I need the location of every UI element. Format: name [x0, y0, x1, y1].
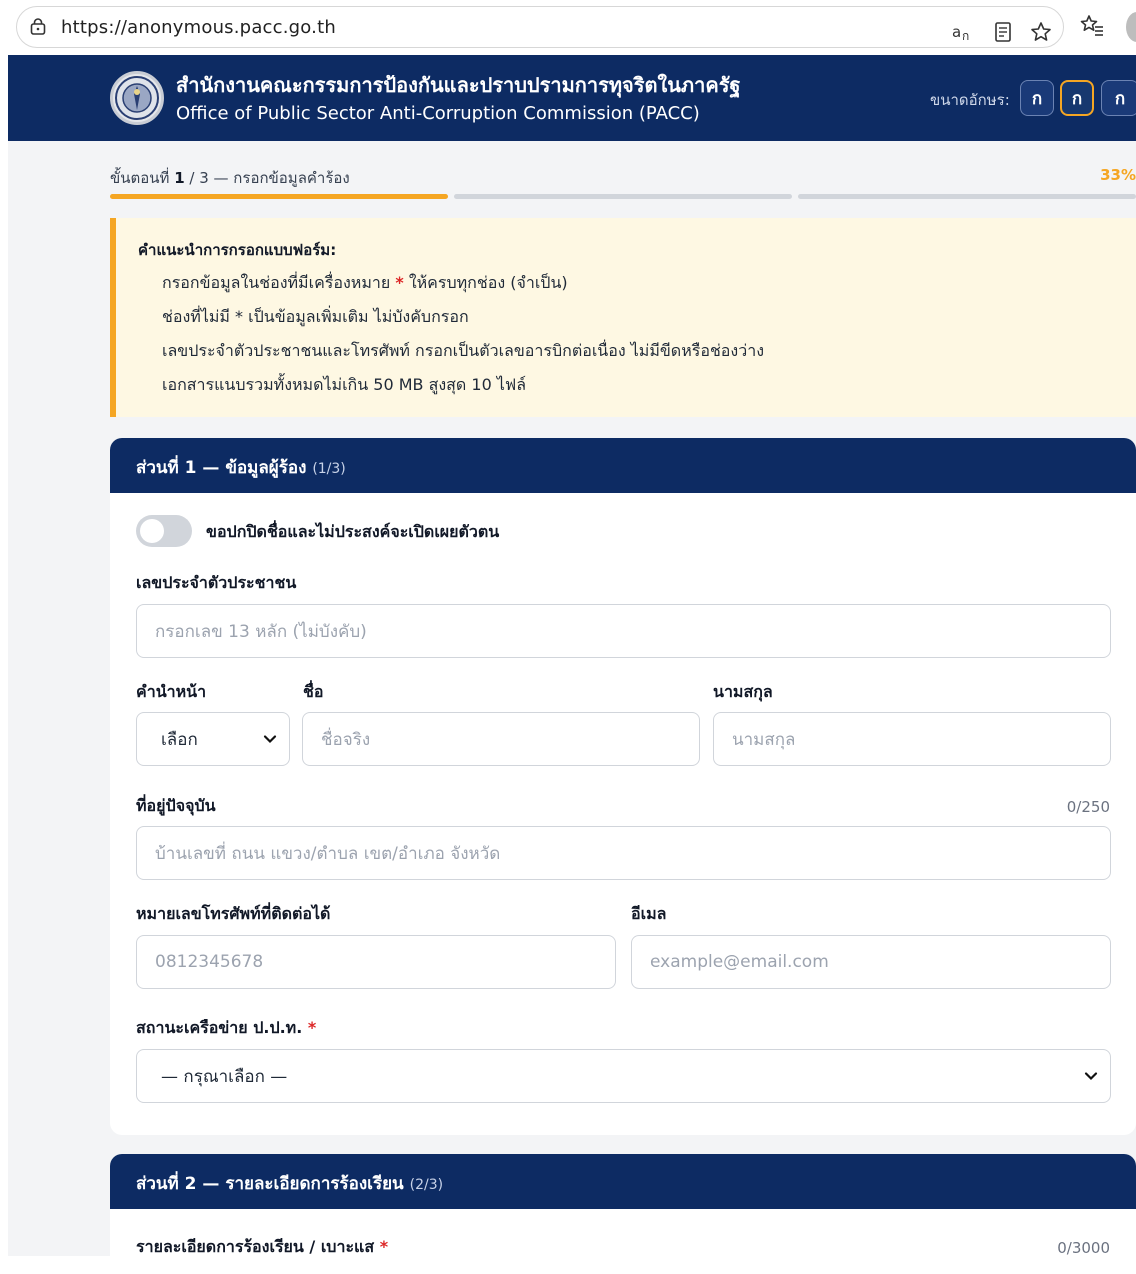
seal-logo	[110, 71, 164, 125]
id-number-input[interactable]: กรอกเลข 13 หลัก (ไม่บังคับ)	[136, 604, 1111, 658]
org-title-th: สำนักงานคณะกรรมการป้องกันและปราบปรามการท…	[176, 73, 741, 97]
step-percent: 33%	[1100, 166, 1136, 184]
lastname-placeholder: นามสกุล	[732, 729, 796, 750]
svg-text:a: a	[952, 23, 961, 41]
toggle-knob	[140, 519, 164, 543]
email-input[interactable]: example@email.com	[631, 935, 1111, 989]
page-content: สำนักงานคณะกรรมการป้องกันและปราบปรามการท…	[8, 55, 1136, 1274]
font-size-small-button[interactable]: ก	[1020, 80, 1054, 116]
section-2-title-text: ส่วนที่ 2 — รายละเอียดการร้องเรียน	[136, 1174, 404, 1194]
id-number-placeholder: กรอกเลข 13 หลัก (ไม่บังคับ)	[155, 621, 367, 642]
anonymous-toggle[interactable]	[136, 515, 192, 547]
chevron-down-icon	[1084, 1072, 1098, 1081]
prefix-select[interactable]: เลือก	[136, 712, 290, 766]
instruction-line-2: ช่องที่ไม่มี * เป็นข้อมูลเพิ่มเติม ไม่บั…	[162, 307, 469, 326]
translate-icon[interactable]: a ก	[951, 20, 975, 44]
section-2-step: (2/3)	[409, 1177, 444, 1193]
complaint-detail-counter: 0/3000	[1057, 1239, 1110, 1257]
phone-input[interactable]: 0812345678	[136, 935, 616, 989]
address-counter: 0/250	[1066, 798, 1110, 816]
firstname-input[interactable]: ชื่อจริง	[302, 712, 700, 766]
instruction-line-1: กรอกข้อมูลในช่องที่มีเครื่องหมาย * ให้คร…	[162, 271, 568, 296]
chevron-down-icon	[263, 735, 277, 744]
email-label: อีเมล	[631, 904, 667, 923]
prefix-label: คำนำหน้า	[136, 682, 207, 701]
instruction-line-4: เอกสารแนบรวมทั้งหมดไม่เกิน 50 MB สูงสุด …	[162, 375, 527, 394]
instructions-title: คำแนะนำการกรอกแบบฟอร์ม:	[138, 241, 337, 259]
network-status-select[interactable]: — กรุณาเลือก —	[136, 1049, 1111, 1103]
star-icon[interactable]	[1029, 20, 1053, 44]
instructions-box: คำแนะนำการกรอกแบบฟอร์ม: กรอกข้อมูลในช่อง…	[110, 218, 1136, 417]
complaint-detail-label: รายละเอียดการร้องเรียน / เบาะแส *	[136, 1235, 388, 1260]
step-indicator: ขั้นตอนที่ 1 / 3 — กรอกข้อมูลคำร้อง	[110, 166, 350, 190]
section-1-card: ส่วนที่ 1 — ข้อมูลผู้ร้อง (1/3) ขอปกปิดช…	[110, 438, 1136, 1135]
instruction-1-text-b: ให้ครบทุกช่อง (จำเป็น)	[408, 273, 568, 292]
font-size-label: ขนาดอักษร:	[930, 91, 1010, 109]
address-placeholder: บ้านเลขที่ ถนน แขวง/ตำบล เขต/อำเภอ จังหว…	[155, 843, 501, 864]
network-status-label: สถานะเครือข่าย ป.ป.ท. *	[136, 1016, 316, 1041]
address-label: ที่อยู่ปัจจุบัน	[136, 796, 216, 815]
lastname-input[interactable]: นามสกุล	[713, 712, 1111, 766]
svg-text:ก: ก	[962, 29, 969, 43]
lastname-label: นามสกุล	[713, 682, 773, 701]
required-star: *	[379, 1237, 389, 1256]
anonymous-toggle-label: ขอปกปิดชื่อและไม่ประสงค์จะเปิดเผยตัวตน	[206, 522, 500, 541]
section-2-header: ส่วนที่ 2 — รายละเอียดการร้องเรียน (2/3)	[110, 1154, 1136, 1209]
progress-segment-1	[110, 194, 448, 199]
font-size-large-button[interactable]: ก	[1101, 80, 1136, 116]
network-status-label-text: สถานะเครือข่าย ป.ป.ท.	[136, 1018, 303, 1037]
instruction-line-3: เลขประจำตัวประชาชนและโทรศัพท์ กรอกเป็นตั…	[162, 341, 765, 360]
complaint-detail-label-text: รายละเอียดการร้องเรียน / เบาะแส	[136, 1237, 375, 1256]
step-current: 1	[174, 169, 185, 187]
font-size-medium-button[interactable]: ก	[1060, 80, 1094, 116]
section-2-title: ส่วนที่ 2 — รายละเอียดการร้องเรียน (2/3)	[136, 1170, 443, 1197]
phone-label: หมายเลขโทรศัพท์ที่ติดต่อได้	[136, 904, 331, 923]
url-text[interactable]: https://anonymous.pacc.go.th	[61, 17, 336, 38]
lock-icon[interactable]	[29, 18, 47, 36]
browser-toolbar: https://anonymous.pacc.go.th a ก	[0, 0, 1136, 55]
firstname-placeholder: ชื่อจริง	[321, 729, 371, 750]
favorites-icon[interactable]	[1080, 13, 1104, 37]
network-status-value: — กรุณาเลือก —	[161, 1066, 288, 1087]
section-1-title-text: ส่วนที่ 1 — ข้อมูลผู้ร้อง	[136, 458, 307, 478]
instruction-1-text-a: กรอกข้อมูลในช่องที่มีเครื่องหมาย	[162, 273, 391, 292]
required-star: *	[395, 273, 404, 292]
prefix-value: เลือก	[161, 729, 198, 750]
section-1-header: ส่วนที่ 1 — ข้อมูลผู้ร้อง (1/3)	[110, 438, 1136, 493]
email-placeholder: example@email.com	[650, 952, 829, 972]
site-header: สำนักงานคณะกรรมการป้องกันและปราบปรามการท…	[8, 55, 1136, 141]
progress-segment-3	[798, 194, 1136, 199]
org-title-en: Office of Public Sector Anti-Corruption …	[176, 103, 700, 124]
profile-avatar[interactable]	[1126, 12, 1136, 42]
address-input[interactable]: บ้านเลขที่ ถนน แขวง/ตำบล เขต/อำเภอ จังหว…	[136, 826, 1111, 880]
section-2-card: ส่วนที่ 2 — รายละเอียดการร้องเรียน (2/3)…	[110, 1154, 1136, 1274]
section-1-step: (1/3)	[312, 461, 346, 477]
address-bar[interactable]: https://anonymous.pacc.go.th a ก	[16, 6, 1064, 48]
reader-icon[interactable]	[991, 20, 1015, 44]
step-suffix: / 3 — กรอกข้อมูลคำร้อง	[189, 169, 350, 187]
id-number-label: เลขประจำตัวประชาชน	[136, 573, 297, 592]
seal-graphic	[115, 76, 159, 120]
step-prefix: ขั้นตอนที่	[110, 169, 170, 187]
section-1-title: ส่วนที่ 1 — ข้อมูลผู้ร้อง (1/3)	[136, 454, 346, 481]
phone-placeholder: 0812345678	[155, 952, 264, 972]
progress-segment-2	[454, 194, 792, 199]
required-star: *	[307, 1018, 317, 1037]
firstname-label: ชื่อ	[303, 682, 324, 701]
